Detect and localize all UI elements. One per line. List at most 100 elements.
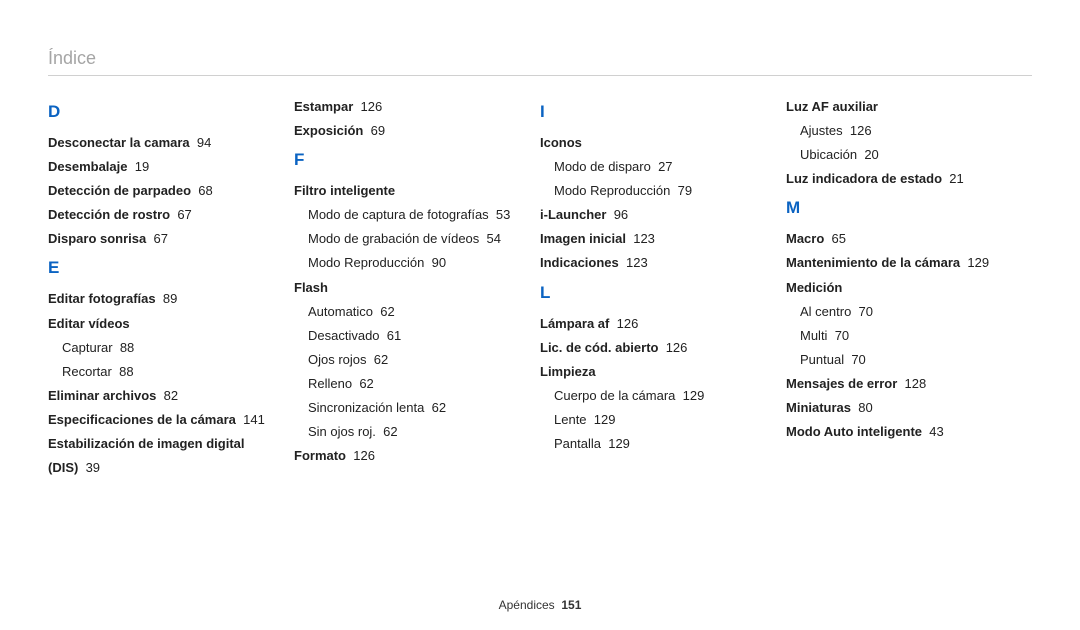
index-term: Flash [294, 280, 328, 295]
index-subentry[interactable]: Modo Reproducción 79 [540, 180, 766, 202]
index-subterm: Al centro [800, 304, 851, 319]
index-term: Limpieza [540, 364, 596, 379]
index-subentry[interactable]: Sincronización lenta 62 [294, 397, 520, 419]
index-entry[interactable]: Editar fotografías 89 [48, 288, 274, 310]
index-subterm: Automatico [308, 304, 373, 319]
index-page: 90 [432, 255, 446, 270]
index-col-1: D Desconectar la camara 94 Desembalaje 1… [48, 94, 294, 481]
index-subentry[interactable]: Ubicación 20 [786, 144, 1012, 166]
index-page: 62 [359, 376, 373, 391]
index-term: Mantenimiento de la cámara [786, 255, 960, 270]
index-subentry[interactable]: Ajustes 126 [786, 120, 1012, 142]
index-col-4: Luz AF auxiliar Ajustes 126 Ubicación 20… [786, 94, 1032, 481]
index-entry[interactable]: Formato 126 [294, 445, 520, 467]
index-subterm: Multi [800, 328, 827, 343]
index-entry: Limpieza [540, 361, 766, 383]
index-entry[interactable]: Detección de parpadeo 68 [48, 180, 274, 202]
index-entry: Estabilización de imagen digital [48, 433, 274, 455]
index-entry[interactable]: Macro 65 [786, 228, 1012, 250]
index-subentry[interactable]: Multi 70 [786, 325, 1012, 347]
index-subterm: Recortar [62, 364, 112, 379]
index-subentry[interactable]: Al centro 70 [786, 301, 1012, 323]
index-page: 80 [858, 400, 872, 415]
index-subentry[interactable]: Automatico 62 [294, 301, 520, 323]
index-entry[interactable]: Especificaciones de la cámara 141 [48, 409, 274, 431]
index-col-2: Estampar 126 Exposición 69 F Filtro inte… [294, 94, 540, 481]
index-page: 79 [678, 183, 692, 198]
index-subentry[interactable]: Sin ojos roj. 62 [294, 421, 520, 443]
index-entry[interactable]: Desembalaje 19 [48, 156, 274, 178]
index-entry[interactable]: Disparo sonrisa 67 [48, 228, 274, 250]
index-entry[interactable]: Eliminar archivos 82 [48, 385, 274, 407]
index-entry[interactable]: Detección de rostro 67 [48, 204, 274, 226]
index-subentry[interactable]: Recortar 88 [48, 361, 274, 383]
index-term: Disparo sonrisa [48, 231, 146, 246]
index-entry[interactable]: Modo Auto inteligente 43 [786, 421, 1012, 443]
index-subterm: Modo de grabación de vídeos [308, 231, 479, 246]
index-subentry[interactable]: Desactivado 61 [294, 325, 520, 347]
index-term: Desconectar la camara [48, 135, 190, 150]
index-page: 129 [608, 436, 630, 451]
index-letter-l: L [540, 283, 766, 303]
index-subterm: Capturar [62, 340, 113, 355]
index-entry[interactable]: Mensajes de error 128 [786, 373, 1012, 395]
index-page: 123 [633, 231, 655, 246]
index-entry[interactable]: Imagen inicial 123 [540, 228, 766, 250]
index-subterm: Pantalla [554, 436, 601, 451]
index-subterm: Relleno [308, 376, 352, 391]
index-page: 129 [594, 412, 616, 427]
index-term: (DIS) [48, 460, 78, 475]
index-subentry[interactable]: Modo Reproducción 90 [294, 252, 520, 274]
index-page: 70 [859, 304, 873, 319]
footer-section: Apéndices [499, 598, 555, 612]
index-term: Lic. de cód. abierto [540, 340, 658, 355]
index-term: Estampar [294, 99, 353, 114]
index-subentry[interactable]: Modo de grabación de vídeos 54 [294, 228, 520, 250]
index-page: 68 [198, 183, 212, 198]
index-page: 88 [120, 340, 134, 355]
index-page: 94 [197, 135, 211, 150]
index-page: 67 [177, 207, 191, 222]
index-entry[interactable]: i-Launcher 96 [540, 204, 766, 226]
index-term: Filtro inteligente [294, 183, 395, 198]
index-page: 82 [164, 388, 178, 403]
index-subentry[interactable]: Modo de disparo 27 [540, 156, 766, 178]
index-subentry[interactable]: Cuerpo de la cámara 129 [540, 385, 766, 407]
index-subentry[interactable]: Puntual 70 [786, 349, 1012, 371]
index-term: Detección de rostro [48, 207, 170, 222]
header-rule [48, 75, 1032, 76]
index-entry[interactable]: Lámpara af 126 [540, 313, 766, 335]
index-term: Eliminar archivos [48, 388, 156, 403]
index-term: Luz AF auxiliar [786, 99, 878, 114]
index-entry[interactable]: Estampar 126 [294, 96, 520, 118]
index-term: Editar vídeos [48, 316, 130, 331]
index-entry[interactable]: (DIS) 39 [48, 457, 274, 479]
index-term: Editar fotografías [48, 291, 156, 306]
index-subentry[interactable]: Ojos rojos 62 [294, 349, 520, 371]
index-entry: Flash [294, 277, 520, 299]
index-subterm: Sin ojos roj. [308, 424, 376, 439]
index-page: 123 [626, 255, 648, 270]
index-page: 69 [371, 123, 385, 138]
index-entry[interactable]: Mantenimiento de la cámara 129 [786, 252, 1012, 274]
page-footer: Apéndices 151 [0, 598, 1080, 612]
index-subterm: Cuerpo de la cámara [554, 388, 675, 403]
index-entry[interactable]: Desconectar la camara 94 [48, 132, 274, 154]
index-page: 126 [666, 340, 688, 355]
index-entry[interactable]: Indicaciones 123 [540, 252, 766, 274]
index-entry[interactable]: Miniaturas 80 [786, 397, 1012, 419]
index-subentry[interactable]: Lente 129 [540, 409, 766, 431]
index-letter-d: D [48, 102, 274, 122]
index-letter-f: F [294, 150, 520, 170]
index-entry[interactable]: Luz indicadora de estado 21 [786, 168, 1012, 190]
index-subterm: Desactivado [308, 328, 380, 343]
index-page: 126 [353, 448, 375, 463]
index-subentry[interactable]: Pantalla 129 [540, 433, 766, 455]
index-subentry[interactable]: Capturar 88 [48, 337, 274, 359]
index-subentry[interactable]: Modo de captura de fotografías 53 [294, 204, 520, 226]
index-page: 54 [487, 231, 501, 246]
index-subentry[interactable]: Relleno 62 [294, 373, 520, 395]
index-entry: Iconos [540, 132, 766, 154]
index-entry[interactable]: Lic. de cód. abierto 126 [540, 337, 766, 359]
index-entry[interactable]: Exposición 69 [294, 120, 520, 142]
